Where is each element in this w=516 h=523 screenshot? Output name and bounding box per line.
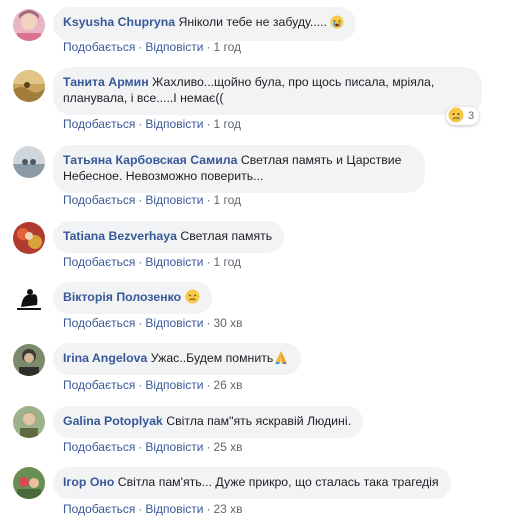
comment-text: Світла пам'ять... Дуже прикро, що сталас… (117, 475, 439, 489)
avatar[interactable] (13, 70, 45, 102)
separator: · (206, 255, 211, 269)
separator: · (138, 40, 143, 54)
avatar[interactable] (13, 406, 45, 438)
like-link[interactable]: Подобається (63, 378, 135, 392)
comment-bubble: Ігор Оно Світла пам'ять... Дуже прикро, … (53, 467, 451, 499)
like-link[interactable]: Подобається (63, 255, 135, 269)
comment-text: Ужас..Будем помнить (150, 351, 274, 365)
comment-time[interactable]: 30 хв (213, 316, 242, 330)
comment-bubble: Танита Армин Жахливо...щойно була, про щ… (53, 67, 482, 115)
like-link[interactable]: Подобається (63, 40, 135, 54)
comment-author[interactable]: Galina Potoplyak (63, 414, 163, 428)
comment-actions: Подобається · Відповісти · 26 хв (63, 378, 243, 392)
avatar[interactable] (13, 222, 45, 254)
separator: · (206, 440, 211, 454)
comment-bubble: Вікторія Полозенко (53, 282, 212, 314)
separator: · (138, 316, 143, 330)
separator: · (206, 502, 211, 516)
comment-bubble: Galina Potoplyak Світла пам"ять яскравій… (53, 406, 363, 438)
comment-bubble: Татьяна Карбовская Самила Светлая память… (53, 145, 425, 193)
comment-author[interactable]: Ksyusha Chupryna (63, 15, 175, 29)
avatar[interactable] (13, 9, 45, 41)
separator: · (138, 440, 143, 454)
comment-time[interactable]: 26 хв (213, 378, 242, 392)
like-link[interactable]: Подобається (63, 440, 135, 454)
comment-text: Світла пам"ять яскравій Людині. (166, 414, 351, 428)
like-link[interactable]: Подобається (63, 316, 135, 330)
like-link[interactable]: Подобається (63, 117, 135, 131)
separator: · (138, 255, 143, 269)
avatar[interactable] (13, 283, 45, 315)
comment-author[interactable]: Татьяна Карбовская Самила (63, 153, 237, 167)
reply-link[interactable]: Відповісти (145, 193, 203, 207)
sad-reaction-icon (448, 107, 464, 126)
comment-actions: Подобається · Відповісти · 1 год (63, 193, 241, 207)
reply-link[interactable]: Відповісти (145, 502, 203, 516)
reaction-count: 3 (468, 110, 475, 122)
separator: · (138, 193, 143, 207)
comment-bubble: Ksyusha Chupryna Яніколи тебе не забуду.… (53, 7, 357, 41)
reply-link[interactable]: Відповісти (145, 440, 203, 454)
comment-actions: Подобається · Відповісти · 23 хв (63, 502, 243, 516)
comment-actions: Подобається · Відповісти · 1 год (63, 255, 241, 269)
separator: · (138, 117, 143, 131)
comment-text: Яніколи тебе не забуду..... (178, 15, 328, 29)
separator: · (138, 502, 143, 516)
like-link[interactable]: Подобається (63, 502, 135, 516)
reply-link[interactable]: Відповісти (145, 378, 203, 392)
comment-time[interactable]: 23 хв (213, 502, 242, 516)
avatar[interactable] (13, 344, 45, 376)
comment-author[interactable]: Ігор Оно (63, 475, 114, 489)
comment-actions: Подобається · Відповісти · 1 год (63, 40, 241, 54)
reaction-badge[interactable]: 3 (446, 107, 480, 126)
separator: · (206, 316, 211, 330)
reply-link[interactable]: Відповісти (145, 117, 203, 131)
disappointed-face-icon (185, 289, 200, 308)
comment-actions: Подобається · Відповісти · 25 хв (63, 440, 243, 454)
comment-text: Светлая память (180, 229, 273, 243)
separator: · (206, 193, 211, 207)
comment-author[interactable]: Вікторія Полозенко (63, 290, 181, 304)
comment-actions: Подобається · Відповісти · 30 хв (63, 316, 243, 330)
like-link[interactable]: Подобається (63, 193, 135, 207)
comment-actions: Подобається · Відповісти · 1 год (63, 117, 241, 131)
praying-hands-icon (273, 350, 289, 369)
avatar[interactable] (13, 467, 45, 499)
comment-author[interactable]: Tatiana Bezverhaya (63, 229, 177, 243)
reply-link[interactable]: Відповісти (145, 40, 203, 54)
comment-bubble: Tatiana Bezverhaya Светлая память (53, 221, 285, 253)
reply-link[interactable]: Відповісти (145, 255, 203, 269)
comment-author[interactable]: Танита Армин (63, 75, 149, 89)
separator: · (206, 117, 211, 131)
separator: · (206, 378, 211, 392)
comment-author[interactable]: Irina Angelova (63, 351, 147, 365)
comment-time[interactable]: 1 год (213, 117, 241, 131)
crying-face-icon (330, 15, 344, 33)
comment-time[interactable]: 1 год (213, 193, 241, 207)
comment-time[interactable]: 1 год (213, 40, 241, 54)
separator: · (206, 40, 211, 54)
comment-time[interactable]: 1 год (213, 255, 241, 269)
comment-time[interactable]: 25 хв (213, 440, 242, 454)
separator: · (138, 378, 143, 392)
avatar[interactable] (13, 146, 45, 178)
reply-link[interactable]: Відповісти (145, 316, 203, 330)
comment-bubble: Irina Angelova Ужас..Будем помнить (53, 343, 302, 375)
